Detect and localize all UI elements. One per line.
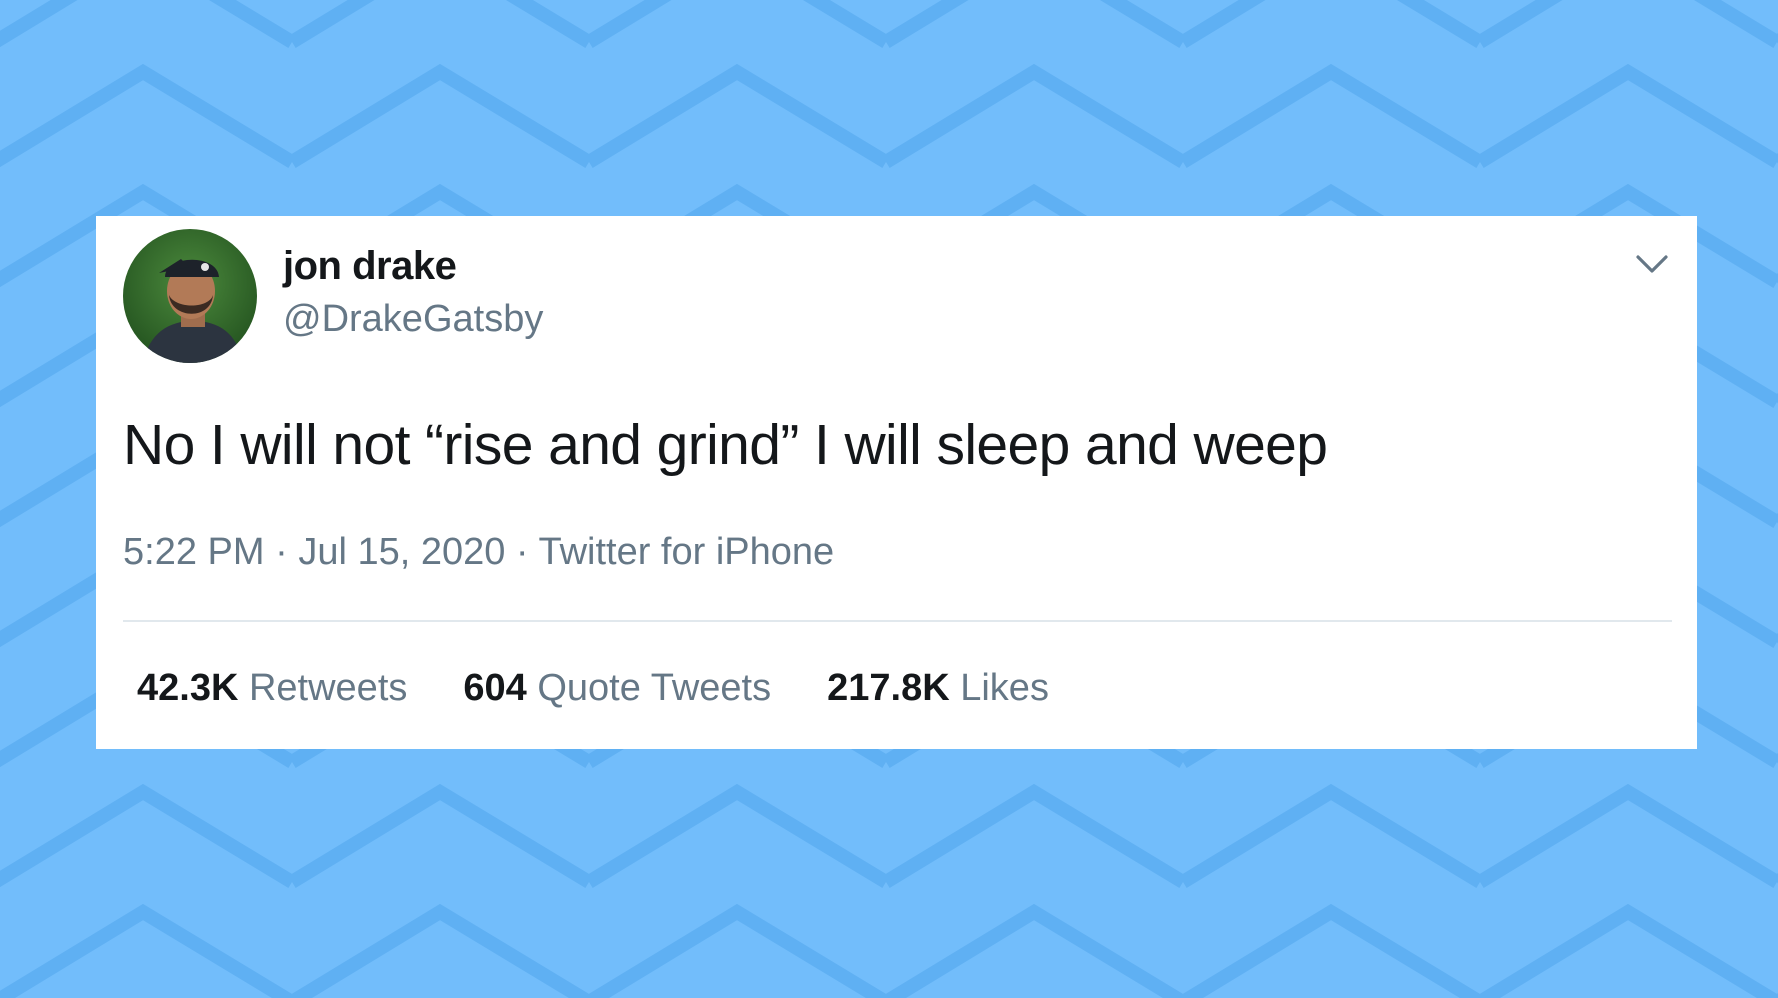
chevron-down-icon[interactable] bbox=[1634, 250, 1670, 278]
retweets-stat[interactable]: 42.3K Retweets bbox=[137, 667, 407, 710]
quote-tweets-count: 604 bbox=[463, 667, 527, 709]
meta-separator: · bbox=[264, 531, 299, 573]
likes-stat[interactable]: 217.8K Likes bbox=[827, 667, 1049, 710]
retweets-label: Retweets bbox=[248, 667, 408, 709]
tweet-time[interactable]: 5:22 PM bbox=[123, 531, 265, 573]
user-avatar[interactable] bbox=[123, 229, 257, 363]
tweet-meta: 5:22 PM · Jul 15, 2020 · Twitter for iPh… bbox=[123, 531, 834, 574]
user-avatar-photo bbox=[123, 229, 257, 363]
quote-tweets-stat[interactable]: 604 Quote Tweets bbox=[463, 667, 771, 710]
tweet-source[interactable]: Twitter for iPhone bbox=[538, 531, 834, 573]
likes-count: 217.8K bbox=[827, 667, 950, 709]
tweet-text: No I will not “rise and grind” I will sl… bbox=[123, 413, 1328, 477]
tweet-stats: 42.3K Retweets 604 Quote Tweets 217.8K L… bbox=[137, 667, 1105, 710]
likes-label: Likes bbox=[960, 667, 1049, 709]
retweets-count: 42.3K bbox=[137, 667, 239, 709]
tweet-date[interactable]: Jul 15, 2020 bbox=[298, 531, 505, 573]
quote-tweets-label: Quote Tweets bbox=[537, 667, 772, 709]
author-display-name[interactable]: jon drake bbox=[283, 244, 457, 289]
author-handle[interactable]: @DrakeGatsby bbox=[283, 298, 543, 341]
tweet-card: jon drake @DrakeGatsby No I will not “ri… bbox=[96, 216, 1697, 749]
meta-separator: · bbox=[505, 531, 539, 573]
divider bbox=[123, 620, 1672, 622]
